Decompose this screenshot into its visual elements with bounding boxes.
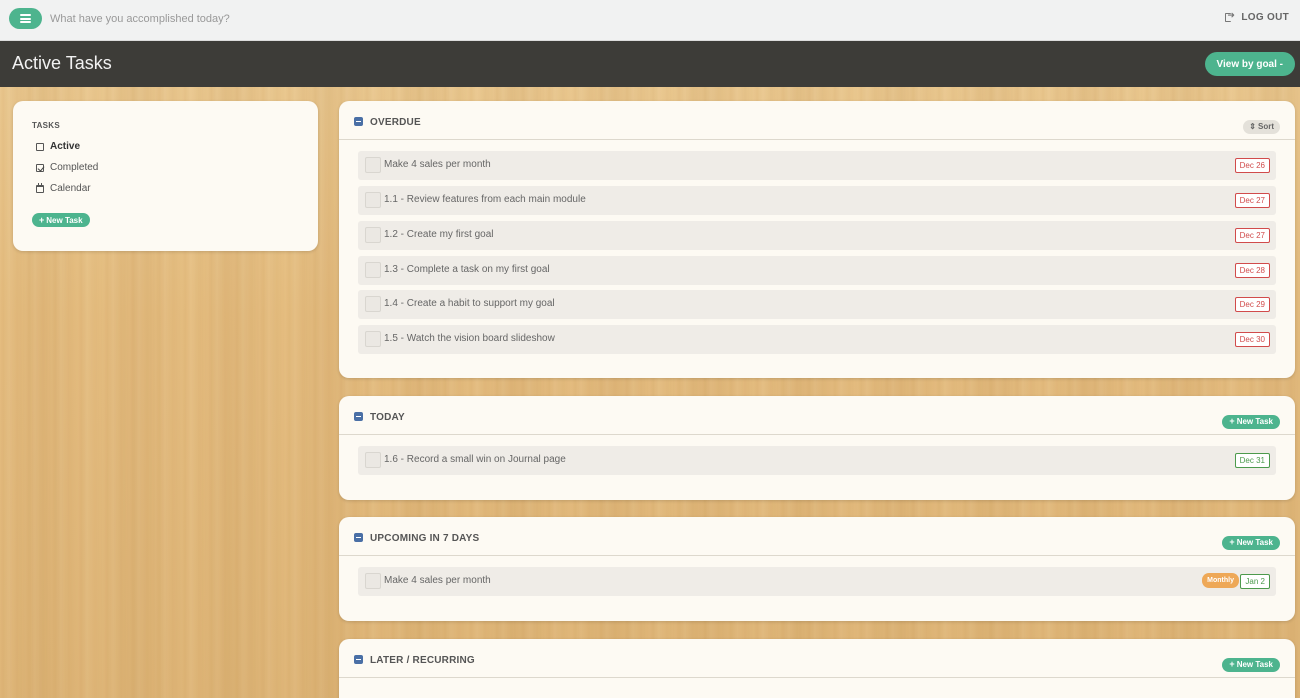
task-row[interactable]: Make 4 sales per month Dec 26	[358, 151, 1276, 180]
task-text[interactable]: 1.1 - Review features from each main mod…	[384, 194, 586, 205]
task-checkbox[interactable]	[365, 296, 381, 312]
upcoming-section: UPCOMING IN 7 DAYS + New Task Make 4 sal…	[339, 517, 1295, 621]
task-text[interactable]: Make 4 sales per month	[384, 575, 491, 586]
page-title: Active Tasks	[12, 53, 112, 73]
task-text[interactable]: Make 4 sales per month	[384, 159, 491, 170]
sidebar-item-calendar[interactable]: Calendar	[36, 182, 91, 194]
due-date-badge: Dec 28	[1234, 263, 1270, 278]
task-checkbox[interactable]	[365, 157, 381, 173]
section-header: TODAY + New Task	[339, 396, 1295, 435]
task-text[interactable]: 1.2 - Create my first goal	[384, 229, 493, 240]
sidebar-item-label: Calendar	[50, 183, 91, 194]
sort-icon: ⇕	[1249, 122, 1256, 131]
section-header: UPCOMING IN 7 DAYS + New Task	[339, 517, 1295, 556]
today-new-task-button[interactable]: + New Task	[1222, 414, 1280, 429]
plus-icon: +	[39, 214, 45, 225]
sidebar-item-label: Completed	[50, 162, 99, 173]
due-date-badge: Dec 30	[1234, 332, 1270, 347]
view-by-goal-button[interactable]: View by goal -	[1204, 52, 1295, 76]
collapse-minus-icon[interactable]	[354, 412, 363, 421]
sidebar-new-task-button[interactable]: + New Task	[32, 213, 90, 227]
plus-icon: +	[1229, 659, 1235, 669]
sign-out-icon	[1225, 10, 1235, 22]
task-checkbox[interactable]	[365, 331, 381, 347]
due-date-badge: Dec 29	[1234, 297, 1270, 312]
task-text[interactable]: 1.6 - Record a small win on Journal page	[384, 454, 566, 465]
section-header: OVERDUE ⇕ Sort	[339, 101, 1295, 140]
title-bar: Active Tasks View by goal -	[0, 41, 1300, 87]
due-date-badge: Dec 31	[1234, 453, 1270, 468]
task-checkbox[interactable]	[365, 452, 381, 468]
top-bar: LOG OUT	[0, 0, 1300, 41]
later-new-task-button[interactable]: + New Task	[1222, 657, 1280, 672]
task-text[interactable]: 1.4 - Create a habit to support my goal	[384, 298, 555, 309]
sidebar-item-active[interactable]: Active	[36, 141, 80, 152]
plus-icon: +	[1229, 416, 1235, 426]
task-row[interactable]: 1.4 - Create a habit to support my goal …	[358, 290, 1276, 319]
task-row[interactable]: 1.6 - Record a small win on Journal page…	[358, 446, 1276, 475]
sort-label: Sort	[1258, 122, 1274, 131]
collapse-minus-icon[interactable]	[354, 117, 363, 126]
due-date-badge: Dec 27	[1234, 228, 1270, 243]
section-title: LATER / RECURRING	[370, 655, 475, 666]
task-row[interactable]: Make 4 sales per month Monthly Jan 2	[358, 567, 1276, 596]
section-title: OVERDUE	[370, 117, 421, 128]
due-date-badge: Jan 2	[1240, 574, 1270, 589]
upcoming-new-task-button[interactable]: + New Task	[1222, 535, 1280, 550]
sort-button[interactable]: ⇕ Sort	[1243, 119, 1280, 134]
menu-button[interactable]	[9, 8, 42, 29]
frequency-badge: Monthly	[1202, 573, 1239, 588]
tasks-sidebar: TASKS Active Completed Calendar + New Ta…	[13, 101, 318, 251]
task-row[interactable]: 1.1 - Review features from each main mod…	[358, 186, 1276, 215]
check-square-icon	[36, 163, 44, 172]
calendar-icon	[36, 182, 44, 193]
section-header: LATER / RECURRING + New Task	[339, 639, 1295, 678]
sidebar-item-label: Active	[50, 141, 81, 152]
due-date-badge: Dec 27	[1234, 193, 1270, 208]
new-task-label: New Task	[46, 215, 83, 225]
task-row[interactable]: 1.5 - Watch the vision board slideshow D…	[358, 325, 1276, 354]
collapse-minus-icon[interactable]	[354, 533, 363, 542]
task-text[interactable]: 1.5 - Watch the vision board slideshow	[384, 333, 555, 344]
section-title: UPCOMING IN 7 DAYS	[370, 533, 480, 544]
today-section: TODAY + New Task 1.6 - Record a small wi…	[339, 396, 1295, 500]
task-checkbox[interactable]	[365, 192, 381, 208]
task-row[interactable]: 1.3 - Complete a task on my first goal D…	[358, 256, 1276, 285]
sidebar-heading: TASKS	[32, 121, 61, 130]
square-icon	[36, 142, 44, 151]
quick-add-input[interactable]	[50, 9, 750, 29]
logout-button[interactable]: LOG OUT	[1225, 10, 1289, 23]
logout-label: LOG OUT	[1241, 12, 1289, 23]
task-row[interactable]: 1.2 - Create my first goal Dec 27	[358, 221, 1276, 250]
new-task-label: New Task	[1236, 417, 1273, 426]
due-date-badge: Dec 26	[1234, 158, 1270, 173]
task-checkbox[interactable]	[365, 573, 381, 589]
collapse-minus-icon[interactable]	[354, 655, 363, 664]
later-recurring-section: LATER / RECURRING + New Task	[339, 639, 1295, 698]
plus-icon: +	[1229, 537, 1235, 547]
task-text[interactable]: 1.3 - Complete a task on my first goal	[384, 264, 550, 275]
task-checkbox[interactable]	[365, 262, 381, 278]
overdue-section: OVERDUE ⇕ Sort Make 4 sales per month De…	[339, 101, 1295, 378]
hamburger-icon	[20, 14, 31, 23]
sidebar-item-completed[interactable]: Completed	[36, 162, 98, 173]
new-task-label: New Task	[1236, 660, 1273, 669]
section-title: TODAY	[370, 412, 405, 423]
task-checkbox[interactable]	[365, 227, 381, 243]
new-task-label: New Task	[1236, 538, 1273, 547]
